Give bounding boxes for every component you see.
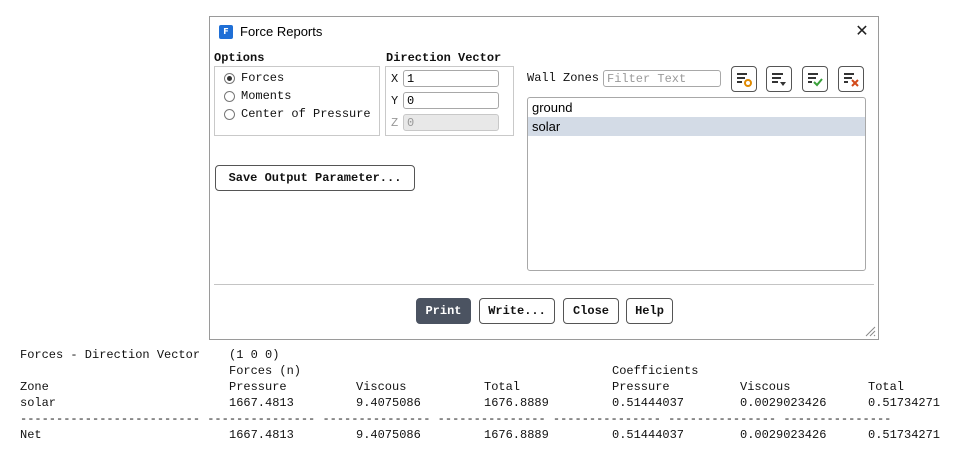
console-output: Forces - Direction Vector (1 0 0) Forces… xyxy=(20,347,980,447)
radio-button[interactable] xyxy=(224,108,235,120)
option-label: Moments xyxy=(241,89,292,103)
console-data-row: solar 1667.4813 9.4075086 1676.8889 0.51… xyxy=(20,395,940,411)
console-title-line: Forces - Direction Vector (1 0 0) xyxy=(20,347,279,363)
zone-item-solar[interactable]: solar xyxy=(528,117,865,136)
vector-y-input[interactable] xyxy=(403,92,499,109)
vector-z-row: Z xyxy=(391,114,499,131)
deselect-all-button[interactable] xyxy=(838,66,864,92)
column-header: Pressure xyxy=(612,380,670,394)
column-header: Viscous xyxy=(356,380,407,394)
filter-dropdown-button[interactable] xyxy=(766,66,792,92)
column-header: Total xyxy=(868,380,905,394)
console-separator: ------------------------- --------------… xyxy=(20,412,892,426)
row-cell: 1676.8889 xyxy=(484,396,549,410)
filter-options-button[interactable] xyxy=(731,66,757,92)
column-header: Total xyxy=(484,380,521,394)
net-cell: 1667.4813 xyxy=(229,428,294,442)
console-title: Forces - Direction Vector xyxy=(20,348,201,362)
row-cell: 0.0029023426 xyxy=(740,396,827,410)
net-cell: Net xyxy=(20,428,42,442)
options-heading: Options xyxy=(214,51,265,65)
option-moments[interactable]: Moments xyxy=(224,88,291,104)
wall-zones-list[interactable]: ground solar xyxy=(527,97,866,271)
print-button[interactable]: Print xyxy=(416,298,471,324)
dialog-title: Force Reports xyxy=(240,24,323,39)
vector-y-label: Y xyxy=(391,93,399,108)
select-all-icon xyxy=(808,73,823,87)
button-bar-divider xyxy=(214,284,874,285)
row-cell: 9.4075086 xyxy=(356,396,421,410)
column-header: Viscous xyxy=(740,380,791,394)
vector-y-row: Y xyxy=(391,92,499,109)
filter-dropdown-icon xyxy=(772,73,786,86)
column-header: Pressure xyxy=(229,380,287,394)
vector-x-input[interactable] xyxy=(403,70,499,87)
option-forces[interactable]: Forces xyxy=(224,70,284,86)
option-label: Center of Pressure xyxy=(241,107,371,121)
vector-x-label: X xyxy=(391,71,399,86)
select-all-button[interactable] xyxy=(802,66,828,92)
app-icon: F xyxy=(219,25,233,39)
forces-header: Forces (n) xyxy=(229,364,302,378)
console-vector: (1 0 0) xyxy=(229,348,280,362)
radio-button[interactable] xyxy=(224,90,235,102)
title-bar[interactable]: F Force Reports ✕ xyxy=(210,17,878,47)
close-button[interactable]: Close xyxy=(563,298,619,324)
option-label: Forces xyxy=(241,71,285,85)
console-net-row: Net 1667.4813 9.4075086 1676.8889 0.5144… xyxy=(20,427,940,443)
filter-options-icon xyxy=(737,73,752,87)
row-cell: 0.51444037 xyxy=(612,396,685,410)
vector-z-label: Z xyxy=(391,115,399,130)
net-cell: 1676.8889 xyxy=(484,428,549,442)
coefficients-header: Coefficients xyxy=(612,364,699,378)
row-cell: 1667.4813 xyxy=(229,396,294,410)
radio-button-checked[interactable] xyxy=(224,72,235,84)
write-button[interactable]: Write... xyxy=(479,298,555,324)
direction-vector-heading: Direction Vector xyxy=(386,51,502,65)
force-reports-dialog: F Force Reports ✕ Options Forces Moments… xyxy=(209,16,879,340)
save-output-parameter-button[interactable]: Save Output Parameter... xyxy=(215,165,415,191)
help-button[interactable]: Help xyxy=(626,298,673,324)
wall-zones-label: Wall Zones xyxy=(527,71,600,85)
row-cell: 0.51734271 xyxy=(868,396,941,410)
net-cell: 0.51734271 xyxy=(868,428,941,442)
vector-x-row: X xyxy=(391,70,499,87)
net-cell: 0.51444037 xyxy=(612,428,685,442)
deselect-all-icon xyxy=(844,73,859,87)
resize-grip-icon[interactable] xyxy=(864,325,876,337)
net-cell: 9.4075086 xyxy=(356,428,421,442)
wall-zones-filter-input[interactable] xyxy=(603,70,721,87)
vector-z-input xyxy=(403,114,499,131)
console-column-header-line: Zone Pressure Viscous Total Pressure Vis… xyxy=(20,379,904,395)
row-cell: solar xyxy=(20,396,57,410)
net-cell: 0.0029023426 xyxy=(740,428,827,442)
console-group-header-line: Forces (n) Coefficients xyxy=(20,363,698,379)
option-center-of-pressure[interactable]: Center of Pressure xyxy=(224,106,371,122)
zone-item-ground[interactable]: ground xyxy=(528,98,865,117)
close-icon[interactable]: ✕ xyxy=(854,22,870,40)
column-header: Zone xyxy=(20,380,49,394)
